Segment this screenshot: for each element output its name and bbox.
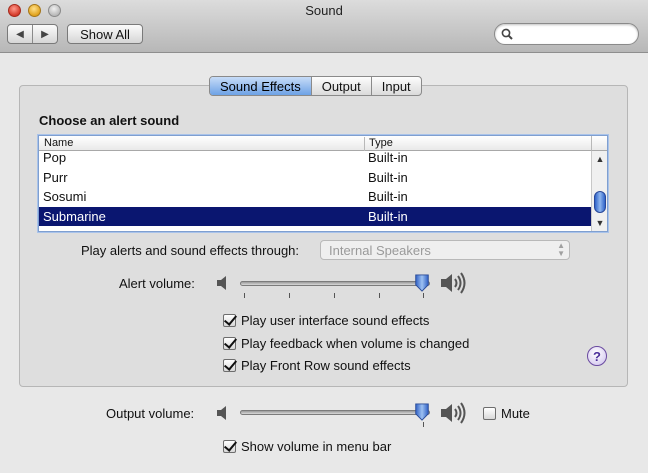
- forward-button[interactable]: ▶: [32, 25, 57, 43]
- output-volume-track[interactable]: [240, 410, 430, 415]
- alert-sound-heading: Choose an alert sound: [39, 113, 180, 128]
- back-button[interactable]: ◀: [8, 25, 32, 43]
- column-header-name[interactable]: Name: [44, 137, 73, 149]
- alert-sound-table[interactable]: Pop Built-in Purr Built-in Sosumi Built-…: [38, 135, 608, 232]
- row-name: Sosumi: [43, 189, 87, 204]
- volume-feedback-checkbox[interactable]: Play feedback when volume is changed: [223, 336, 469, 351]
- checkbox-checked[interactable]: [223, 359, 236, 372]
- play-through-popup: Internal Speakers ▲ ▼: [320, 240, 570, 260]
- row-type: Built-in: [368, 189, 408, 204]
- front-row-effects-checkbox[interactable]: Play Front Row sound effects: [223, 358, 411, 373]
- mute-checkbox[interactable]: Mute: [483, 406, 530, 421]
- slider-tick: [334, 293, 335, 298]
- scroll-up-icon[interactable]: ▲: [592, 153, 607, 165]
- help-button[interactable]: ?: [587, 346, 607, 366]
- output-volume-knob[interactable]: [414, 403, 430, 421]
- row-name: Submarine: [43, 208, 106, 224]
- speaker-high-icon: [441, 272, 466, 294]
- play-through-value: Internal Speakers: [329, 243, 431, 258]
- scroll-down-icon[interactable]: ▼: [592, 217, 607, 229]
- window-title: Sound: [305, 3, 343, 18]
- alert-sound-rows: Pop Built-in Purr Built-in Sosumi Built-…: [39, 148, 591, 226]
- vertical-scrollbar[interactable]: ▲ ▼: [591, 151, 607, 231]
- table-row[interactable]: Purr Built-in: [39, 168, 591, 188]
- row-type: Built-in: [368, 208, 408, 224]
- show-volume-menu-bar-checkbox[interactable]: Show volume in menu bar: [223, 439, 391, 454]
- tab-output[interactable]: Output: [310, 77, 371, 95]
- row-type: Built-in: [368, 150, 408, 165]
- popup-arrows-icon: ▲ ▼: [557, 241, 565, 258]
- output-volume-label: Output volume:: [106, 406, 195, 421]
- slider-tick: [423, 293, 424, 298]
- search-field[interactable]: [494, 23, 639, 45]
- checkbox-checked[interactable]: [223, 440, 236, 453]
- slider-tick: [379, 293, 380, 298]
- search-icon: [501, 28, 513, 40]
- alert-volume-track[interactable]: [240, 281, 430, 286]
- slider-tick: [244, 293, 245, 298]
- checkbox-label: Play Front Row sound effects: [241, 358, 411, 373]
- alert-volume-knob[interactable]: [414, 274, 430, 292]
- tab-input[interactable]: Input: [370, 77, 421, 95]
- speaker-low-icon: [217, 406, 226, 420]
- back-forward-control: ◀ ▶: [7, 24, 58, 44]
- checkbox-label: Play user interface sound effects: [241, 313, 430, 328]
- row-name: Pop: [43, 150, 67, 165]
- speaker-low-icon: [217, 276, 226, 290]
- speaker-high-icon: [441, 402, 466, 424]
- show-all-button[interactable]: Show All: [67, 24, 143, 44]
- play-through-label: Play alerts and sound effects through:: [81, 243, 300, 258]
- column-header-type[interactable]: Type: [364, 137, 393, 151]
- row-type: Built-in: [368, 169, 408, 185]
- scrollbar-thumb[interactable]: [594, 191, 606, 213]
- title-bar: Sound ◀ ▶ Show All: [0, 0, 648, 53]
- header-corner: [591, 136, 607, 151]
- ui-sound-effects-checkbox[interactable]: Play user interface sound effects: [223, 313, 429, 328]
- tab-bar: Sound Effects Output Input: [209, 76, 422, 96]
- back-arrow-icon: ◀: [16, 28, 24, 40]
- table-row-selected[interactable]: Submarine Built-in: [39, 206, 591, 226]
- tab-sound-effects[interactable]: Sound Effects: [210, 77, 311, 95]
- table-header: Name Type: [39, 136, 591, 151]
- checkbox-label: Mute: [501, 406, 530, 421]
- forward-arrow-icon: ▶: [41, 28, 49, 40]
- slider-tick: [289, 293, 290, 298]
- table-row[interactable]: Sosumi Built-in: [39, 187, 591, 207]
- checkbox-label: Show volume in menu bar: [241, 439, 392, 454]
- checkbox-checked[interactable]: [223, 337, 236, 350]
- checkbox-label: Play feedback when volume is changed: [241, 336, 470, 351]
- slider-tick: [423, 422, 424, 427]
- checkbox-unchecked[interactable]: [483, 407, 496, 420]
- checkbox-checked[interactable]: [223, 314, 236, 327]
- alert-volume-label: Alert volume:: [119, 276, 195, 291]
- row-name: Purr: [43, 169, 68, 185]
